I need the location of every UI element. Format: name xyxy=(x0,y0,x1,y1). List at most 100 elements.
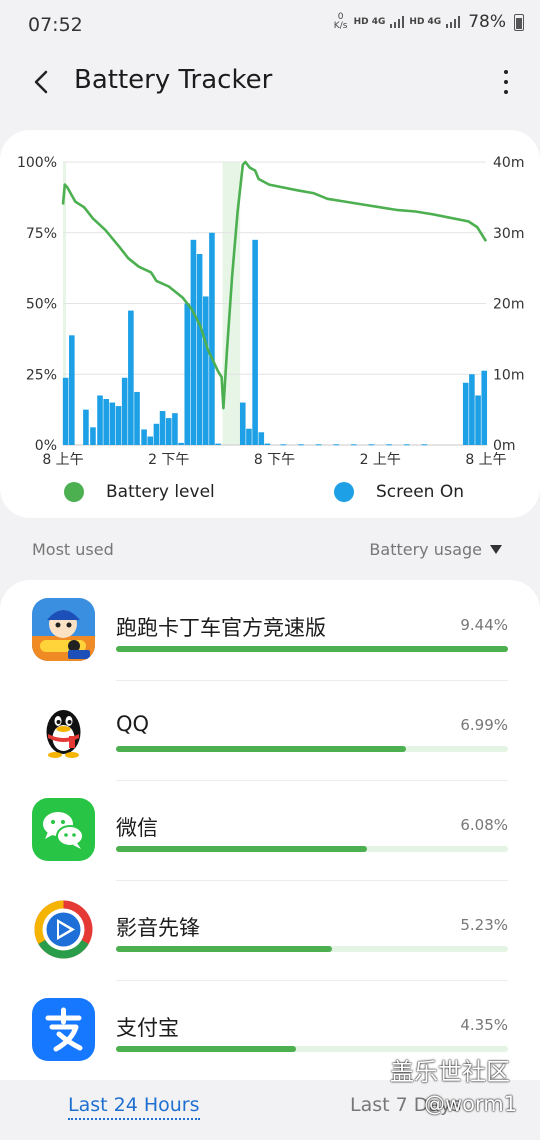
app-name: QQ xyxy=(116,712,150,736)
usage-bar-fill xyxy=(116,946,332,952)
screen-on-bar xyxy=(184,303,191,445)
screen-on-bar xyxy=(178,442,184,445)
usage-bar-fill xyxy=(116,646,508,652)
usage-bar-track xyxy=(116,646,508,652)
app-name: 支付宝 xyxy=(116,1016,179,1040)
screen-on-bar xyxy=(246,428,252,445)
screen-on-bar xyxy=(351,444,357,446)
status-icons: 0 K/s HD 4G HD 4G 78% xyxy=(333,12,524,32)
alipay-icon xyxy=(32,998,95,1061)
status-time: 07:52 xyxy=(28,14,83,36)
most-used-label: Most used xyxy=(32,540,114,559)
screen-on-bar xyxy=(462,382,469,445)
app-row-kart[interactable]: 跑跑卡丁车官方竞速版 9.44% xyxy=(0,580,540,680)
legend-battery-level: Battery level xyxy=(64,482,215,502)
app-name: 微信 xyxy=(116,816,158,840)
y-left-tick-label: 50% xyxy=(26,297,57,313)
app-row-qq[interactable]: QQ 6.99% xyxy=(0,680,540,780)
battery-percent: 78% xyxy=(468,12,506,32)
back-arrow-icon xyxy=(34,70,48,94)
app-row-player[interactable]: 影音先锋 5.23% xyxy=(0,880,540,980)
sort-label: Battery usage xyxy=(369,540,482,559)
screen-on-bar xyxy=(280,444,287,446)
more-vertical-icon xyxy=(504,70,508,74)
screen-on-bar xyxy=(141,429,147,445)
y-right-tick-label: 40m xyxy=(493,155,524,171)
dropdown-caret-icon xyxy=(490,545,502,554)
y-left-tick-label: 25% xyxy=(26,367,57,383)
screen-on-bar xyxy=(386,444,392,446)
screen-on-bar xyxy=(315,444,322,446)
more-options-button[interactable] xyxy=(496,66,516,98)
screen-on-bar xyxy=(172,413,178,445)
screen-on-bar xyxy=(202,296,209,445)
tab-last-24-hours[interactable]: Last 24 Hours xyxy=(68,1094,200,1120)
screen-on-bar xyxy=(298,444,304,446)
screen-on-bar xyxy=(469,374,475,445)
usage-bar-track xyxy=(116,946,508,952)
screen-on-bar xyxy=(83,409,89,445)
screen-on-bar xyxy=(239,402,246,445)
screen-on-bar xyxy=(159,411,166,445)
legend-screen-on: Screen On xyxy=(334,482,464,502)
screen-on-bar xyxy=(475,395,481,445)
screen-on-bar xyxy=(97,395,103,445)
screen-on-bar xyxy=(209,232,215,445)
screen-on-bar xyxy=(333,444,339,446)
sort-dropdown[interactable]: Battery usage xyxy=(369,540,502,559)
status-bar: 07:52 0 K/s HD 4G HD 4G 78% xyxy=(0,0,540,52)
screen-on-bar xyxy=(403,444,410,446)
watermark-community: 盖乐世社区 xyxy=(390,1058,510,1086)
screen-on-bar xyxy=(69,335,75,445)
usage-bar-fill xyxy=(116,846,367,852)
screen-on-bar xyxy=(421,444,428,446)
screen-on-bar xyxy=(481,370,488,445)
x-tick-label: 2 下午 xyxy=(148,452,189,468)
y-right-tick-label: 20m xyxy=(493,297,524,313)
screen-on-bar xyxy=(264,443,271,445)
usage-bar-fill xyxy=(116,746,407,752)
app-row-wechat[interactable]: 微信 6.08% xyxy=(0,780,540,880)
screen-on-bar xyxy=(190,239,197,445)
legend-dot-icon xyxy=(64,482,84,502)
net-speed: 0 K/s xyxy=(333,12,348,31)
player-icon xyxy=(32,898,95,961)
usage-bar-fill xyxy=(116,1046,297,1052)
usage-bar-track xyxy=(116,846,508,852)
screen-on-bar xyxy=(121,377,128,445)
app-percent: 4.35% xyxy=(460,1016,508,1034)
usage-bar-track xyxy=(116,746,508,752)
screen-on-bar xyxy=(103,399,109,445)
legend-label: Screen On xyxy=(376,482,465,502)
y-right-tick-label: 30m xyxy=(493,226,524,242)
app-percent: 9.44% xyxy=(460,616,508,634)
battery-level-line xyxy=(61,160,488,410)
battery-chart[interactable]: 100% 40m75% 30m50% 20m25% 10m0% 0m8 上午 2 下午 8 下… xyxy=(0,130,540,470)
app-percent: 5.23% xyxy=(460,916,508,934)
screen-on-bar xyxy=(196,253,203,445)
signal-icon xyxy=(390,16,405,28)
y-right-tick-label: 10m xyxy=(493,367,524,383)
screen-on-bar xyxy=(153,423,160,445)
sim1-label: HD 4G xyxy=(353,17,386,27)
section-header: Most used Battery usage xyxy=(0,532,540,568)
legend-label: Battery level xyxy=(106,482,215,502)
back-button[interactable] xyxy=(22,62,62,102)
y-left-tick-label: 100% xyxy=(17,155,57,171)
battery-icon xyxy=(514,13,524,31)
watermark-user: @worm1 xyxy=(424,1092,518,1116)
screen-on-bar xyxy=(147,436,154,445)
wechat-icon xyxy=(32,798,95,861)
page-title: Battery Tracker xyxy=(74,65,273,95)
x-tick-label: 8 上午 xyxy=(465,452,506,468)
screen-on-bar xyxy=(215,443,221,445)
legend-dot-icon xyxy=(334,482,354,502)
qq-penguin-icon xyxy=(32,698,95,761)
x-tick-label: 8 下午 xyxy=(254,452,295,468)
screen-on-bar xyxy=(165,418,172,445)
screen-on-bar xyxy=(258,432,265,445)
screen-on-bar xyxy=(128,310,134,445)
screen-on-bar xyxy=(134,391,140,445)
x-tick-label: 2 上午 xyxy=(360,452,401,468)
kart-racing-icon xyxy=(32,598,95,661)
